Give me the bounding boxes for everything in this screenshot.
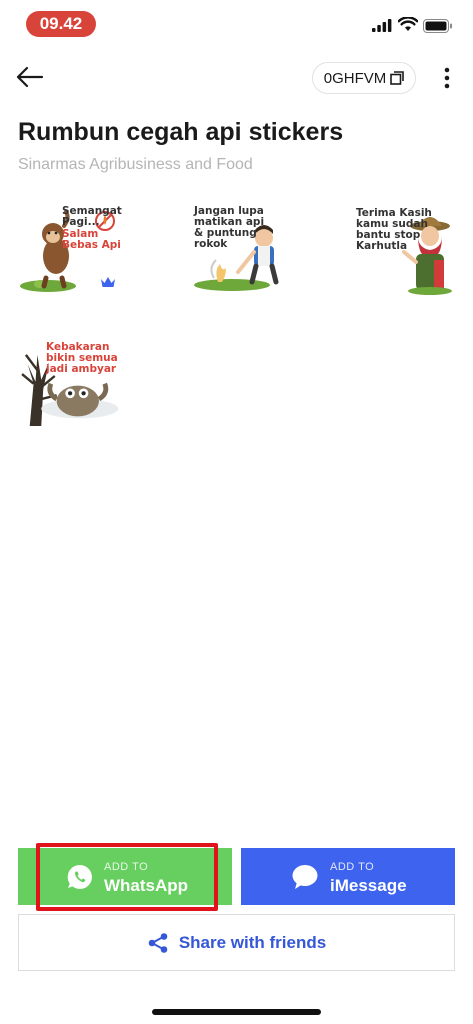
pack-code-copy-button[interactable]: 0GHFVM xyxy=(312,62,416,94)
add-to-whatsapp-button[interactable]: ADD TO WhatsApp xyxy=(18,848,232,905)
add-to-imessage-button[interactable]: ADD TO iMessage xyxy=(241,848,455,905)
whatsapp-icon xyxy=(67,864,92,889)
sticker-2[interactable]: Jangan lupa matikan api & puntung rokok xyxy=(182,196,292,296)
imessage-sub-label: ADD TO xyxy=(330,861,375,873)
sticker-3[interactable]: Terima Kasih kamu sudah bantu stop Karhu… xyxy=(348,196,458,296)
wifi-icon xyxy=(398,17,418,31)
share-with-friends-button[interactable]: Share with friends xyxy=(18,914,455,971)
sticker-1-line-4: Bebas Api xyxy=(62,239,121,251)
share-icon xyxy=(148,932,168,953)
copy-icon xyxy=(390,71,405,85)
home-indicator[interactable] xyxy=(152,1009,321,1015)
sticker-1-line-2: Pagi... xyxy=(62,216,100,228)
sticker-3-line-4: Karhutla xyxy=(356,240,408,252)
share-label: Share with friends xyxy=(178,932,327,952)
pack-author: Sinarmas Agribusiness and Food xyxy=(18,156,253,173)
sticker-4-line-3: jadi ambyar xyxy=(46,363,117,375)
sticker-4[interactable]: Kebakaran bikin semua jadi ambyar xyxy=(18,326,128,426)
more-vertical-icon xyxy=(444,67,450,89)
sticker-2-line-4: rokok xyxy=(194,238,228,250)
imessage-label: iMessage xyxy=(330,876,407,895)
crown-icon xyxy=(101,277,115,287)
battery-icon xyxy=(423,19,452,33)
status-bar: 09.42 xyxy=(0,0,473,46)
arrow-left-icon xyxy=(16,66,44,88)
status-time: 09.42 xyxy=(26,11,96,37)
sticker-pack-screen: 09.42 0GHFVM Rumbun cegah api stickers S… xyxy=(0,0,473,1024)
pack-title: Rumbun cegah api stickers xyxy=(18,118,344,146)
message-bubble-icon xyxy=(292,865,318,889)
whatsapp-label: WhatsApp xyxy=(104,876,189,895)
cellular-signal-icon xyxy=(372,19,392,32)
pack-code: 0GHFVM xyxy=(323,69,387,87)
back-button[interactable] xyxy=(12,60,48,94)
whatsapp-sub-label: ADD TO xyxy=(104,861,149,873)
more-options-button[interactable] xyxy=(436,62,458,94)
add-to-app-row: ADD TO WhatsApp ADD TO iMessage xyxy=(18,848,455,905)
